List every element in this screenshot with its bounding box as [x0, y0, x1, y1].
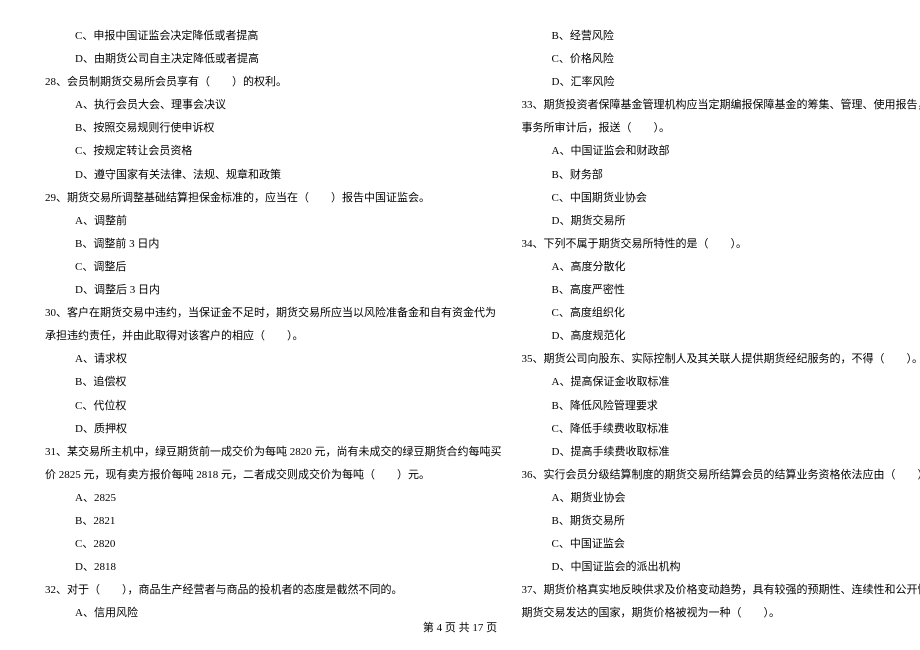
left-line: 价 2825 元，现有卖方报价每吨 2818 元，二者成交则成交价为每吨（ ）元… [45, 464, 502, 487]
right-column: B、经营风险C、价格风险D、汇率风险33、期货投资者保障基金管理机构应当定期编报… [512, 25, 920, 625]
left-line: B、调整前 3 日内 [45, 233, 502, 256]
left-line: 29、期货交易所调整基础结算担保金标准的，应当在（ ）报告中国证监会。 [45, 187, 502, 210]
document-content: C、申报中国证监会决定降低或者提高D、由期货公司自主决定降低或者提高28、会员制… [0, 0, 920, 625]
left-line: A、2825 [45, 487, 502, 510]
right-line: 事务所审计后，报送（ ）。 [522, 117, 920, 140]
right-line: C、降低手续费收取标准 [522, 418, 920, 441]
left-column: C、申报中国证监会决定降低或者提高D、由期货公司自主决定降低或者提高28、会员制… [35, 25, 512, 625]
right-line: B、期货交易所 [522, 510, 920, 533]
right-line: D、提高手续费收取标准 [522, 441, 920, 464]
left-line: D、由期货公司自主决定降低或者提高 [45, 48, 502, 71]
left-line: 32、对于（ ），商品生产经营者与商品的投机者的态度是截然不同的。 [45, 579, 502, 602]
page-footer: 第 4 页 共 17 页 [0, 619, 920, 635]
left-line: D、调整后 3 日内 [45, 279, 502, 302]
left-line: 30、客户在期货交易中违约，当保证金不足时，期货交易所应当以风险准备金和自有资金… [45, 302, 502, 325]
left-line: C、按规定转让会员资格 [45, 140, 502, 163]
right-line: C、高度组织化 [522, 302, 920, 325]
left-line: B、2821 [45, 510, 502, 533]
right-line: D、中国证监会的派出机构 [522, 556, 920, 579]
left-line: A、调整前 [45, 210, 502, 233]
right-line: 35、期货公司向股东、实际控制人及其关联人提供期货经纪服务的，不得（ ）。 [522, 348, 920, 371]
left-line: D、2818 [45, 556, 502, 579]
right-line: 34、下列不属于期货交易所特性的是（ ）。 [522, 233, 920, 256]
right-line: C、中国证监会 [522, 533, 920, 556]
right-line: D、高度规范化 [522, 325, 920, 348]
right-line: 33、期货投资者保障基金管理机构应当定期编报保障基金的筹集、管理、使用报告，经会… [522, 94, 920, 117]
right-line: B、经营风险 [522, 25, 920, 48]
left-line: 承担违约责任，并由此取得对该客户的相应（ ）。 [45, 325, 502, 348]
right-line: A、高度分散化 [522, 256, 920, 279]
right-line: C、价格风险 [522, 48, 920, 71]
left-line: A、请求权 [45, 348, 502, 371]
right-line: A、期货业协会 [522, 487, 920, 510]
left-line: D、质押权 [45, 418, 502, 441]
left-line: C、调整后 [45, 256, 502, 279]
right-line: B、降低风险管理要求 [522, 395, 920, 418]
right-line: D、汇率风险 [522, 71, 920, 94]
right-line: B、高度严密性 [522, 279, 920, 302]
left-line: 28、会员制期货交易所会员享有（ ）的权利。 [45, 71, 502, 94]
left-line: B、追偿权 [45, 371, 502, 394]
left-line: A、执行会员大会、理事会决议 [45, 94, 502, 117]
right-line: D、期货交易所 [522, 210, 920, 233]
left-line: B、按照交易规则行使申诉权 [45, 117, 502, 140]
left-line: D、遵守国家有关法律、法规、规章和政策 [45, 164, 502, 187]
right-line: 37、期货价格真实地反映供求及价格变动趋势，具有较强的预期性、连续性和公开性，所… [522, 579, 920, 602]
left-line: 31、某交易所主机中，绿豆期货前一成交价为每吨 2820 元，尚有未成交的绿豆期… [45, 441, 502, 464]
right-line: A、中国证监会和财政部 [522, 140, 920, 163]
right-line: A、提高保证金收取标准 [522, 371, 920, 394]
left-line: C、申报中国证监会决定降低或者提高 [45, 25, 502, 48]
left-line: C、2820 [45, 533, 502, 556]
right-line: C、中国期货业协会 [522, 187, 920, 210]
left-line: C、代位权 [45, 395, 502, 418]
right-line: B、财务部 [522, 164, 920, 187]
right-line: 36、实行会员分级结算制度的期货交易所结算会员的结算业务资格依法应由（ ）批准。 [522, 464, 920, 487]
